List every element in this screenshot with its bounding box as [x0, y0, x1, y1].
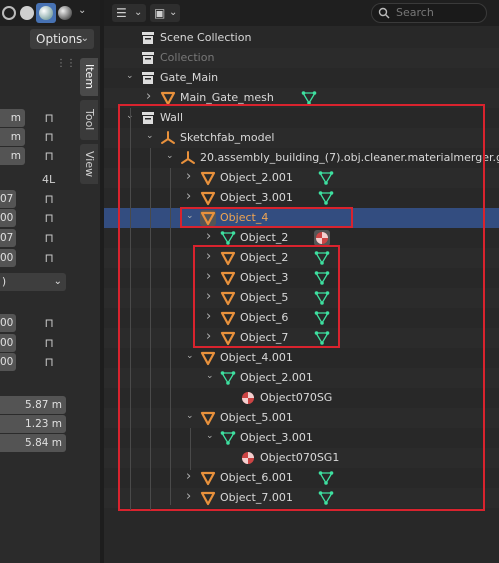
solid-shading-icon[interactable]	[20, 6, 34, 20]
rotation-mode-dropdown[interactable]: ) ⌄	[0, 273, 66, 291]
tree-guide-line	[150, 148, 151, 510]
lock-icon[interactable]: ⊓	[41, 335, 57, 351]
scale-z-field[interactable]: 00	[0, 353, 16, 371]
chevron-down-icon: ⌄	[134, 7, 143, 18]
location-x-field[interactable]: m	[0, 109, 25, 127]
rotation-mode-label: 4L	[42, 173, 56, 186]
dimension-x-field[interactable]: 5.87 m	[0, 396, 66, 414]
outliner-row-label: Scene Collection	[160, 31, 252, 44]
rendered-shading-icon[interactable]	[58, 6, 72, 20]
overlay-icon[interactable]	[2, 6, 16, 20]
outliner-row-label: Gate_Main	[160, 71, 219, 84]
lock-icon[interactable]: ⊓	[41, 191, 57, 207]
scale-y-field[interactable]: 00	[0, 334, 16, 352]
highlight-box-object-4	[180, 207, 353, 228]
outliner-row[interactable]: ⌄ Gate_Main	[104, 68, 499, 88]
chevron-down-icon: ⌄	[169, 7, 178, 18]
outliner-display-icon: ☰	[116, 6, 127, 20]
drag-handle-icon[interactable]: ⋮⋮	[56, 58, 76, 69]
scale-x-field[interactable]: 00	[0, 314, 16, 332]
location-z-field[interactable]: m	[0, 147, 25, 165]
material-shading-icon	[39, 6, 53, 20]
lock-icon[interactable]: ⊓	[41, 315, 57, 331]
scene-collection-icon	[140, 30, 156, 46]
lock-icon[interactable]: ⊓	[41, 250, 57, 266]
options-label: Options	[36, 32, 83, 46]
expand-arrow-open-icon[interactable]: ⌄	[126, 71, 136, 81]
lock-icon[interactable]: ⊓	[41, 110, 57, 126]
lock-icon[interactable]: ⊓	[41, 354, 57, 370]
rotation-y-field[interactable]: 07	[0, 229, 16, 247]
lock-icon[interactable]: ⊓	[41, 148, 57, 164]
outliner-row-label: Collection	[160, 51, 215, 64]
rotation-x-field[interactable]: 00	[0, 209, 16, 227]
highlight-box-children	[193, 245, 340, 348]
options-dropdown[interactable]: Options ⌄	[30, 29, 94, 49]
expand-arrow-closed-icon[interactable]: ›	[146, 89, 156, 104]
dimension-y-field[interactable]: 1.23 m	[0, 415, 66, 433]
tree-guide-line	[170, 168, 171, 505]
lock-icon[interactable]: ⊓	[41, 210, 57, 226]
rotation-mode-value: )	[2, 276, 7, 288]
outliner-row[interactable]: Scene Collection	[104, 28, 499, 48]
outliner-row[interactable]: Collection	[104, 48, 499, 68]
rotation-z-field[interactable]: 00	[0, 249, 16, 267]
search-icon	[378, 7, 390, 19]
display-mode-dropdown[interactable]: ☰ ⌄	[112, 4, 146, 22]
tab-view[interactable]: View	[80, 144, 98, 184]
chevron-down-icon: ⌄	[80, 33, 89, 44]
tree-guide-line	[190, 428, 191, 470]
tab-tool[interactable]: Tool	[80, 100, 98, 140]
tab-item[interactable]: Item	[80, 58, 98, 96]
outliner-row-label: Main_Gate_mesh	[180, 91, 274, 104]
rotation-w-field[interactable]: 07	[0, 190, 16, 208]
lock-icon[interactable]: ⊓	[41, 230, 57, 246]
tree-guide-line	[130, 108, 131, 510]
location-y-field[interactable]: m	[0, 128, 25, 146]
collection-icon	[140, 50, 156, 66]
collection-icon	[140, 70, 156, 86]
image-icon: ▣	[154, 6, 166, 20]
viewport-shading-bar: ⌄	[0, 0, 100, 26]
lock-icon[interactable]: ⊓	[41, 129, 57, 145]
chevron-down-icon: ⌄	[53, 276, 62, 287]
dimension-z-field[interactable]: 5.84 m	[0, 434, 66, 452]
shading-dropdown-icon[interactable]: ⌄	[78, 5, 86, 16]
filter-dropdown[interactable]: ▣ ⌄	[150, 4, 180, 22]
